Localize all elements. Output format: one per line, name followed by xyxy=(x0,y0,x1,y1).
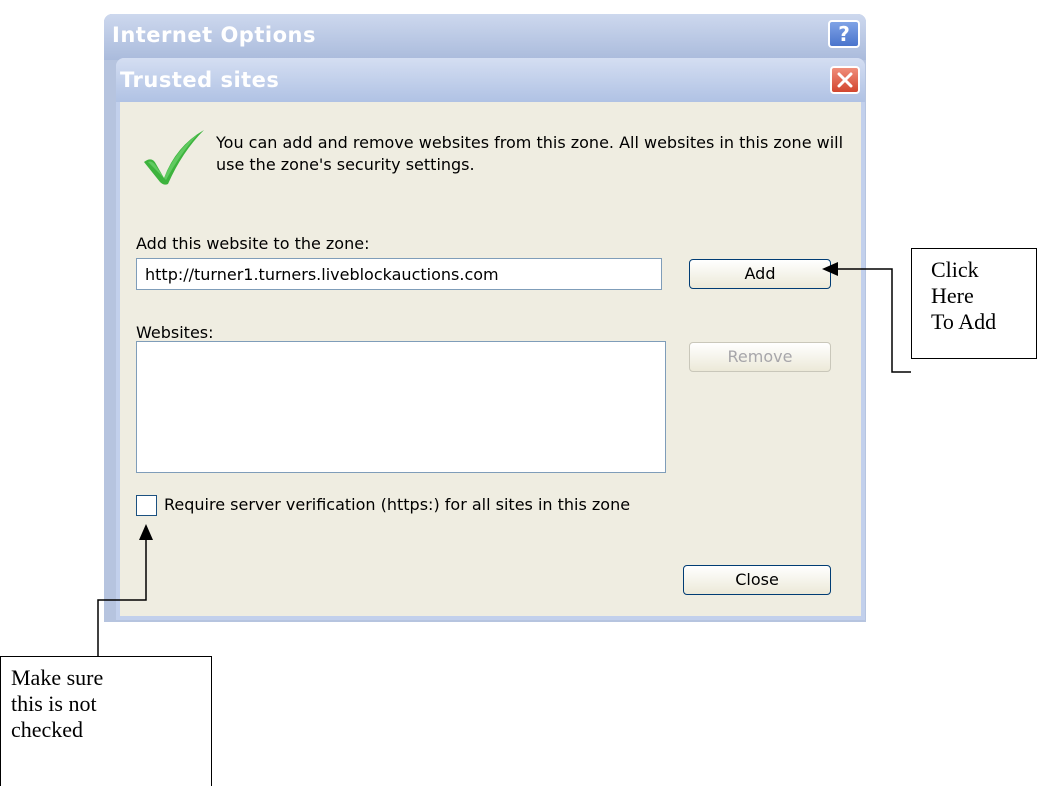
add-callout-arrow xyxy=(838,268,911,373)
add-arrowhead xyxy=(822,262,838,276)
checkbox-arrowhead xyxy=(139,524,153,540)
callout-arrows xyxy=(97,262,911,656)
checkbox-callout-arrow xyxy=(97,540,147,656)
